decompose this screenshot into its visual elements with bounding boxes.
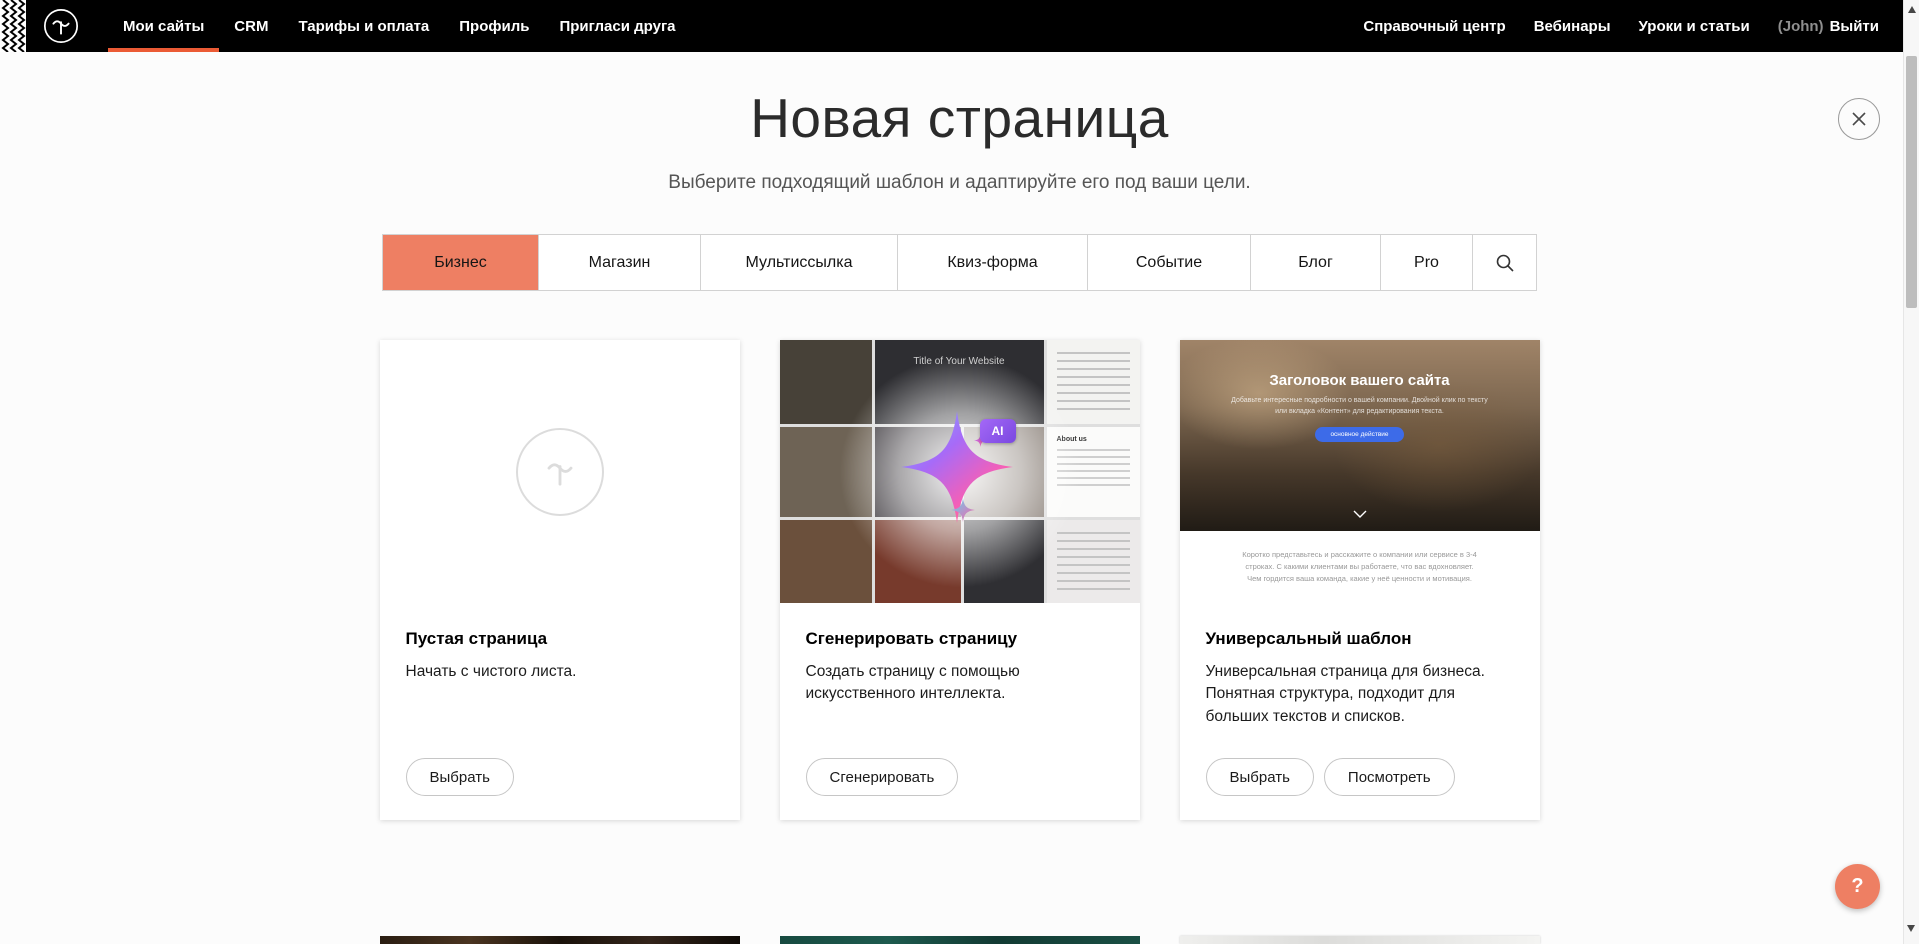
template-hero-button: основное действие xyxy=(1315,427,1403,442)
card-actions: Выбрать xyxy=(406,758,714,796)
template-card-ai-generate: Title of Your Website About us xyxy=(780,340,1140,820)
tilda-watermark-icon xyxy=(516,428,604,516)
choose-universal-button[interactable]: Выбрать xyxy=(1206,758,1314,796)
scrollbar-down-arrow-icon[interactable] xyxy=(1907,925,1915,932)
tilda-zigzag-pattern xyxy=(0,0,26,52)
card-title: Пустая страница xyxy=(406,629,714,649)
template-body-text: Коротко представьтесь и расскажите о ком… xyxy=(1180,531,1540,603)
card-title: Универсальный шаблон xyxy=(1206,629,1514,649)
choose-blank-button[interactable]: Выбрать xyxy=(406,758,514,796)
card-description: Начать с чистого листа. xyxy=(406,661,714,683)
tab-quiz-form[interactable]: Квиз-форма xyxy=(897,235,1087,290)
template-hero-image: Заголовок вашего сайта Добавьте интересн… xyxy=(1180,340,1540,531)
nav-link-webinars[interactable]: Вебинары xyxy=(1520,18,1625,35)
template-category-tabs: Бизнес Магазин Мультиссылка Квиз-форма С… xyxy=(382,234,1537,291)
page-title: Новая страница xyxy=(0,86,1919,150)
tilda-logo[interactable] xyxy=(42,7,80,45)
app-window: Мои сайты CRM Тарифы и оплата Профиль Пр… xyxy=(0,0,1919,944)
close-icon xyxy=(1851,111,1867,127)
next-templates-row xyxy=(380,936,1540,944)
card-title: Сгенерировать страницу xyxy=(806,629,1114,649)
ai-sparkle-small-icon xyxy=(951,498,975,522)
logout-link[interactable]: Выйти xyxy=(1830,18,1879,35)
card-body: Сгенерировать страницу Создать страницу … xyxy=(780,603,1140,820)
template-hero-title: Заголовок вашего сайта xyxy=(1180,340,1540,389)
nav-item-tariffs[interactable]: Тарифы и оплата xyxy=(283,0,444,52)
page-subtitle: Выберите подходящий шаблон и адаптируйте… xyxy=(0,172,1919,194)
generate-button[interactable]: Сгенерировать xyxy=(806,758,959,796)
blank-page-preview[interactable] xyxy=(380,340,740,603)
nav-link-lessons[interactable]: Уроки и статьи xyxy=(1625,18,1764,35)
next-template-preview[interactable] xyxy=(780,936,1140,944)
next-template-preview[interactable] xyxy=(380,936,740,944)
tab-business[interactable]: Бизнес xyxy=(383,235,538,290)
tab-search[interactable] xyxy=(1472,235,1536,290)
template-hero-subtitle: Добавьте интересные подробности о вашей … xyxy=(1226,396,1492,418)
ai-generate-preview[interactable]: Title of Your Website About us xyxy=(780,340,1140,603)
card-actions: Выбрать Посмотреть xyxy=(1206,758,1514,796)
tab-blog[interactable]: Блог xyxy=(1250,235,1380,290)
help-button[interactable]: ? xyxy=(1835,864,1880,909)
nav-item-profile[interactable]: Профиль xyxy=(444,0,544,52)
main-menu: Мои сайты CRM Тарифы и оплата Профиль Пр… xyxy=(108,0,691,52)
template-card-universal: Заголовок вашего сайта Добавьте интересн… xyxy=(1180,340,1540,820)
nav-item-crm[interactable]: CRM xyxy=(219,0,283,52)
card-body: Пустая страница Начать с чистого листа. … xyxy=(380,603,740,820)
tab-multilink[interactable]: Мультиссылка xyxy=(700,235,897,290)
template-card-blank: Пустая страница Начать с чистого листа. … xyxy=(380,340,740,820)
close-button[interactable] xyxy=(1838,98,1880,140)
universal-template-preview[interactable]: Заголовок вашего сайта Добавьте интересн… xyxy=(1180,340,1540,603)
chevron-down-icon xyxy=(1353,505,1367,523)
secondary-menu: Справочный центр Вебинары Уроки и статьи… xyxy=(1349,0,1903,52)
card-actions: Сгенерировать xyxy=(806,758,1114,796)
top-navbar: Мои сайты CRM Тарифы и оплата Профиль Пр… xyxy=(0,0,1903,52)
nav-item-my-sites[interactable]: Мои сайты xyxy=(108,0,219,52)
template-cards-row: Пустая страница Начать с чистого листа. … xyxy=(380,340,1540,820)
scrollbar-thumb[interactable] xyxy=(1906,56,1917,308)
user-menu[interactable]: (John) Выйти xyxy=(1764,18,1893,35)
scrollbar-up-arrow-icon[interactable] xyxy=(1908,6,1916,13)
user-name: (John) xyxy=(1778,18,1824,35)
card-description: Создать страницу с помощью искусственног… xyxy=(806,661,1114,706)
nav-item-invite-friend[interactable]: Пригласи друга xyxy=(544,0,690,52)
tab-pro[interactable]: Pro xyxy=(1380,235,1472,290)
card-description: Универсальная страница для бизнеса. Поня… xyxy=(1206,661,1514,728)
preview-universal-button[interactable]: Посмотреть xyxy=(1324,758,1455,796)
tab-store[interactable]: Магазин xyxy=(538,235,700,290)
ai-badge: AI xyxy=(980,419,1016,443)
nav-link-help-center[interactable]: Справочный центр xyxy=(1349,18,1519,35)
card-body: Универсальный шаблон Универсальная стран… xyxy=(1180,603,1540,820)
search-icon xyxy=(1495,253,1515,273)
tab-event[interactable]: Событие xyxy=(1087,235,1250,290)
scrollbar[interactable] xyxy=(1903,0,1919,944)
next-template-preview[interactable] xyxy=(1180,936,1540,944)
